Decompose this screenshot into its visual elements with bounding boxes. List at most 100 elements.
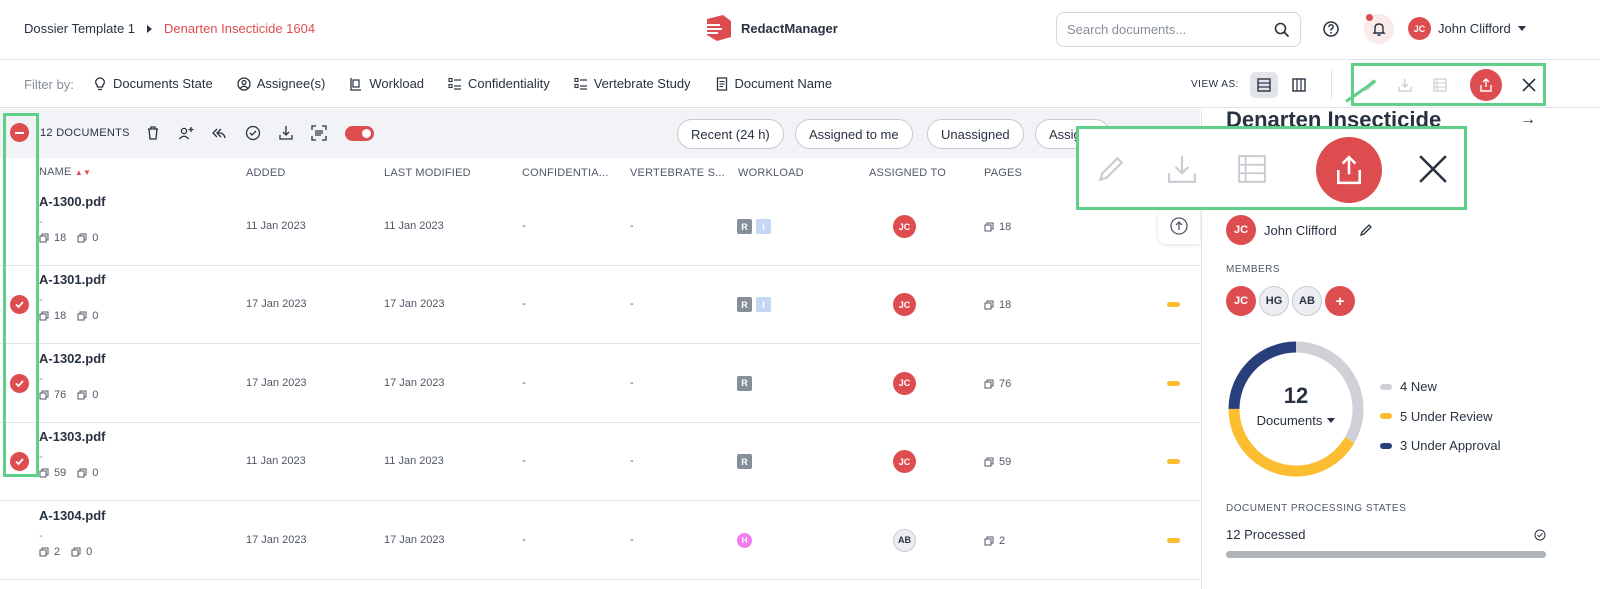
undo-icon[interactable] — [211, 125, 227, 141]
page-count-value: 59 — [999, 456, 1012, 469]
members-label: MEMBERS — [1226, 264, 1281, 275]
legend-item[interactable]: 4 New — [1380, 372, 1500, 402]
column-header-added[interactable]: ADDED — [246, 167, 286, 179]
filter-confidentiality[interactable]: Confidentiality — [448, 76, 550, 91]
filter-documents-state[interactable]: Documents State — [93, 76, 213, 91]
file-name[interactable]: A-1302.pdf — [39, 351, 105, 366]
pages-icon — [984, 536, 994, 546]
chip-assigned-to-me[interactable]: Assigned to me — [795, 119, 913, 149]
search-input[interactable] — [1067, 22, 1274, 37]
top-bar: Dossier Template 1 Denarten Insecticide … — [0, 0, 1600, 60]
search-box[interactable] — [1056, 12, 1301, 47]
close-button[interactable] — [1516, 72, 1542, 98]
filter-vertebrate-study[interactable]: Vertebrate Study — [574, 76, 691, 91]
members-list: JC HG AB + — [1226, 286, 1355, 316]
modified-date: 11 Jan 2023 — [384, 220, 444, 232]
assignee-avatar[interactable]: JC — [893, 293, 916, 317]
table-row[interactable]: A-1303.pdf - 59 0 11 Jan 2023 11 Jan 2023 -… — [0, 423, 1200, 502]
processing-progress-fill — [1226, 551, 1546, 558]
documents-dropdown[interactable]: Documents — [1226, 413, 1366, 428]
donut-center: 12 Documents — [1226, 383, 1366, 428]
download-button-zoomed[interactable] — [1164, 151, 1200, 187]
member-avatar[interactable]: JC — [1226, 286, 1256, 316]
assign-user-icon[interactable] — [178, 125, 194, 141]
upload-button[interactable] — [1158, 208, 1200, 244]
report-button-zoomed[interactable] — [1234, 151, 1270, 187]
pencil-icon — [1098, 156, 1124, 182]
modified-date: 17 Jan 2023 — [384, 298, 445, 311]
chevron-down-icon — [1517, 26, 1526, 31]
brand[interactable]: RedactManager — [703, 15, 838, 41]
check-circle-icon — [1534, 529, 1546, 541]
legend-item[interactable]: 5 Under Review — [1380, 402, 1500, 432]
download-icon[interactable] — [278, 125, 294, 141]
table-row[interactable]: A-1300.pdf - 18 0 11 Jan 2023 11 Jan 2023 -… — [0, 188, 1200, 266]
page-count: 18 — [984, 221, 1011, 233]
list-view-button[interactable] — [1250, 72, 1278, 98]
confidentiality-value: - — [522, 376, 526, 389]
chip-recent[interactable]: Recent (24 h) — [677, 119, 784, 149]
column-header-pages[interactable]: PAGES — [984, 167, 1022, 179]
board-view-button[interactable] — [1285, 72, 1313, 98]
column-header-last-modified[interactable]: LAST MODIFIED — [384, 167, 471, 179]
file-annotations: 0 — [92, 388, 99, 401]
member-avatar[interactable]: AB — [1292, 286, 1322, 316]
filter-workload[interactable]: Workload — [349, 76, 424, 91]
column-header-name[interactable]: NAME ▲▼ — [39, 166, 91, 178]
assignee-avatar[interactable]: JC — [893, 371, 916, 395]
legend-label: 4 New — [1400, 379, 1437, 395]
pencil-icon[interactable] — [1359, 223, 1373, 237]
file-name[interactable]: A-1303.pdf — [39, 429, 105, 444]
table-row[interactable]: A-1302.pdf - 76 0 17 Jan 2023 17 Jan 2023 -… — [0, 345, 1200, 423]
file-name[interactable]: A-1300.pdf — [39, 194, 105, 209]
assignee-avatar[interactable]: JC — [893, 215, 916, 238]
file-pages: 59 — [54, 467, 67, 480]
add-member-button[interactable]: + — [1325, 286, 1355, 316]
chip-unassigned[interactable]: Unassigned — [927, 119, 1024, 149]
close-button-zoomed[interactable] — [1415, 151, 1451, 187]
legend-label: 5 Under Review — [1400, 408, 1493, 424]
confidentiality-value: - — [522, 298, 526, 311]
assignee-avatar[interactable]: AB — [893, 528, 916, 552]
search-icon[interactable] — [1274, 22, 1290, 38]
table-row[interactable]: A-1301.pdf - 18 0 17 Jan 2023 17 Jan 2023 -… — [0, 266, 1200, 345]
table-toolbar: 12 DOCUMENTS Recent (24 h) Assigned to m… — [0, 109, 1200, 158]
filter-document-name[interactable]: Document Name — [715, 76, 832, 91]
assignee-avatar[interactable]: JC — [893, 450, 916, 474]
help-icon[interactable] — [1321, 19, 1341, 39]
approve-icon[interactable] — [245, 125, 261, 141]
download-button[interactable] — [1392, 72, 1418, 98]
report-button[interactable] — [1427, 72, 1453, 98]
pages-icon — [984, 457, 994, 467]
member-avatar[interactable]: HG — [1259, 286, 1289, 316]
notifications-button[interactable] — [1364, 14, 1394, 44]
filter-label-assignees: Assignee(s) — [256, 76, 326, 91]
trash-icon[interactable] — [146, 125, 160, 141]
filter-assignees[interactable]: Assignee(s) — [237, 76, 326, 91]
filter-label-documents-state: Documents State — [113, 76, 213, 91]
added-date: 17 Jan 2023 — [246, 376, 307, 389]
workload-badge: I — [756, 297, 771, 313]
file-name[interactable]: A-1301.pdf — [39, 272, 105, 287]
owner-name: John Clifford — [1264, 222, 1337, 238]
toggle-switch[interactable] — [345, 126, 374, 141]
table-row[interactable]: A-1304.pdf - 2 0 17 Jan 2023 17 Jan 2023 - -… — [0, 502, 1200, 580]
user-circle-icon — [237, 76, 251, 91]
column-header-confidentiality[interactable]: CONFIDENTIA... — [522, 167, 609, 179]
file-meta: 2 0 — [39, 546, 92, 558]
column-header-assigned-to[interactable]: ASSIGNED TO — [869, 167, 946, 179]
page-count-value: 76 — [999, 377, 1012, 390]
breadcrumb-dossier[interactable]: Denarten Insecticide 1604 — [164, 21, 315, 36]
ocr-scan-icon[interactable] — [311, 125, 327, 141]
collapse-arrow-icon[interactable]: → — [1520, 111, 1536, 129]
user-menu[interactable]: JC John Clifford — [1408, 17, 1526, 40]
export-button[interactable] — [1470, 69, 1502, 101]
edit-button-zoomed[interactable] — [1093, 151, 1129, 187]
workload-icon — [350, 77, 362, 91]
column-header-vertebrate-study[interactable]: VERTEBRATE S... — [630, 167, 725, 179]
file-name[interactable]: A-1304.pdf — [39, 508, 105, 523]
breadcrumb-template[interactable]: Dossier Template 1 — [24, 21, 135, 36]
export-button-zoomed[interactable] — [1316, 137, 1382, 203]
legend-item[interactable]: 3 Under Approval — [1380, 431, 1500, 461]
column-header-workload[interactable]: WORKLOAD — [738, 167, 804, 179]
